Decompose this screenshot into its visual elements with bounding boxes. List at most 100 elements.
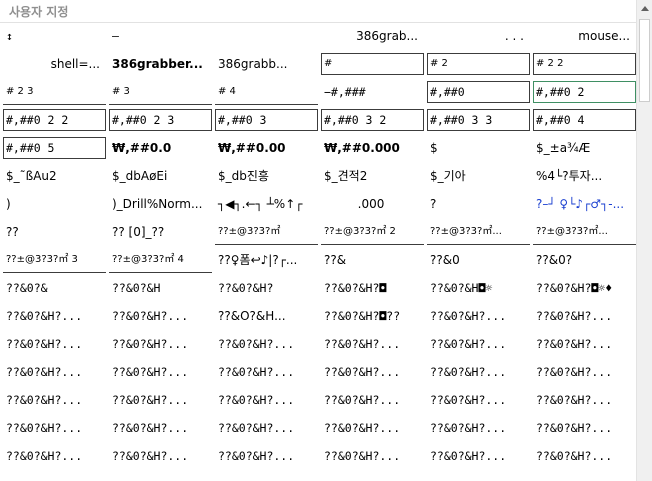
format-item[interactable]: #,##0 2 2 [0, 106, 106, 134]
format-item[interactable]: ??&0?&H? [212, 274, 318, 302]
format-item[interactable]: ??&0?&H?... [0, 442, 106, 470]
format-item[interactable]: ??&0?&H?... [106, 330, 212, 358]
format-item[interactable]: #,##0 5 [0, 134, 106, 162]
format-item[interactable]: – [106, 22, 212, 50]
format-item[interactable]: # [318, 50, 424, 78]
format-item[interactable]: ??&0?&H?... [318, 330, 424, 358]
format-item[interactable]: #,##0 2 [530, 78, 636, 106]
format-item[interactable]: ??&0?&H?... [318, 442, 424, 470]
format-item[interactable]: shell=... [0, 50, 106, 78]
format-item[interactable]: # 2 2 [530, 50, 636, 78]
format-item[interactable]: ??&0?&H?◘ [318, 274, 424, 302]
format-item[interactable]: ??&0?&H?... [212, 414, 318, 442]
format-item[interactable]: ??&0?&H?... [530, 386, 636, 414]
format-item[interactable]: ??&0?&H?◘?? [318, 302, 424, 330]
format-item[interactable]: $_db진흥 [212, 162, 318, 190]
format-item[interactable]: )_Drill%Norm... [106, 190, 212, 218]
format-item[interactable]: #,##0 3 [212, 106, 318, 134]
format-item[interactable]: ??&0?&H?... [318, 414, 424, 442]
format-item[interactable]: ??&0?&H?... [530, 330, 636, 358]
format-item[interactable]: ??&0?&H?... [530, 358, 636, 386]
format-item[interactable]: #,##0 3 3 [424, 106, 530, 134]
format-item[interactable]: mouse... [530, 22, 636, 50]
format-item[interactable]: $_˜ßAu2 [0, 162, 106, 190]
format-item[interactable]: #,##0 4 [530, 106, 636, 134]
format-item[interactable]: #,##0 3 2 [318, 106, 424, 134]
format-item[interactable]: ??±@3?3?㎡ [212, 218, 318, 246]
vertical-scrollbar[interactable] [636, 0, 652, 481]
format-item[interactable]: ??±@3?3?㎡... [530, 218, 636, 246]
format-item[interactable]: ??&0?&H?... [424, 414, 530, 442]
format-item[interactable]: ₩,##0.0 [106, 134, 212, 162]
format-item[interactable]: ?–┘ ♀└♪┌♂┐-... [530, 190, 636, 218]
format-item[interactable]: ??&0?&H?... [530, 442, 636, 470]
format-item[interactable]: ??&0?&H?... [424, 386, 530, 414]
format-item[interactable]: ??&O?&H... [212, 302, 318, 330]
format-item[interactable]: ??&0?&H?... [212, 442, 318, 470]
format-item[interactable]: $_견적2 [318, 162, 424, 190]
format-item[interactable]: −#,### [318, 78, 424, 106]
format-item[interactable]: #,##0 [424, 78, 530, 106]
format-item[interactable]: ??&0?&H?... [212, 330, 318, 358]
format-item[interactable]: ??&0?&H?... [424, 330, 530, 358]
format-item[interactable]: ??&0?&H?... [0, 414, 106, 442]
format-item[interactable]: #,##0 2 3 [106, 106, 212, 134]
format-item[interactable]: ??&0?&H?◘☼♦ [530, 274, 636, 302]
format-item[interactable]: ? [424, 190, 530, 218]
format-item[interactable]: ??&0?&H [106, 274, 212, 302]
format-item[interactable]: ??&0?&H?... [424, 302, 530, 330]
format-item[interactable]: ??&0?&H?... [0, 386, 106, 414]
scroll-up-arrow-icon[interactable] [637, 0, 652, 17]
format-item[interactable]: 386grab... [318, 22, 424, 50]
format-item[interactable]: ??±@3?3?㎡ 2 [318, 218, 424, 246]
format-item[interactable]: # 2 3 [0, 78, 106, 106]
format-item[interactable]: ??&0?&H?... [106, 442, 212, 470]
format-item[interactable]: ) [0, 190, 106, 218]
format-item[interactable]: ┐◀┐.←┐ ┴%↑┌ [212, 190, 318, 218]
format-item[interactable]: ?? [0, 218, 106, 246]
format-item[interactable]: $ [424, 134, 530, 162]
format-item[interactable]: ??&0?&H?... [530, 302, 636, 330]
format-item[interactable]: ??&0?&H?... [0, 358, 106, 386]
format-item[interactable]: ??&0?& [0, 274, 106, 302]
format-item[interactable]: ??±@3?3?㎡ 4 [106, 246, 212, 274]
format-item[interactable]: . . . [424, 22, 530, 50]
format-item[interactable]: ??&0?&H?... [0, 330, 106, 358]
format-item[interactable]: ??&0?&H?... [424, 442, 530, 470]
format-item[interactable]: $_dbAøEi [106, 162, 212, 190]
format-item[interactable]: $_기아 [424, 162, 530, 190]
format-item[interactable]: ??&0?&H?... [106, 302, 212, 330]
format-item[interactable]: # 2 [424, 50, 530, 78]
format-item[interactable]: ??&0?&H?... [530, 414, 636, 442]
format-item[interactable]: ??&0 [424, 246, 530, 274]
format-item[interactable]: ??&0?&H?... [106, 358, 212, 386]
format-item[interactable]: ??&0?&H?... [212, 386, 318, 414]
scrollbar-thumb[interactable] [639, 19, 650, 102]
format-item[interactable]: ??&0?&H?... [106, 386, 212, 414]
format-item[interactable]: 386grabber... [106, 50, 212, 78]
format-item[interactable]: ??&0?&H?... [106, 414, 212, 442]
format-item[interactable]: ??±@3?3?㎡ 3 [0, 246, 106, 274]
format-item[interactable]: .000 [318, 190, 424, 218]
format-item[interactable]: ↕ [0, 22, 106, 50]
format-item[interactable]: ??&0?&H?... [424, 358, 530, 386]
format-item[interactable]: ??&0?&H◘☼ [424, 274, 530, 302]
format-item[interactable]: # 4 [212, 78, 318, 106]
format-item[interactable]: ??&0?&H?... [212, 358, 318, 386]
format-item[interactable]: ??±@3?3?㎡... [424, 218, 530, 246]
format-item[interactable]: # 3 [106, 78, 212, 106]
format-item[interactable]: $_±a¾Æ [530, 134, 636, 162]
format-item[interactable]: ??&0?&H?... [318, 386, 424, 414]
format-item[interactable] [212, 22, 318, 50]
format-item[interactable]: ?? [0]_?? [106, 218, 212, 246]
format-item[interactable]: ??&0?&H?... [318, 358, 424, 386]
format-item[interactable]: 386grabb... [212, 50, 318, 78]
format-item[interactable]: ??& [318, 246, 424, 274]
format-item[interactable]: ??♀폼↩♪|?┌... [212, 246, 318, 274]
format-item[interactable]: ₩,##0.000 [318, 134, 424, 162]
format-item[interactable]: %4└?투자... [530, 162, 636, 190]
format-code-grid[interactable]: ↕ – 386grab... . . . mouse... shell=... 386gra… [0, 22, 636, 481]
format-item[interactable]: ??&0?&H?... [0, 302, 106, 330]
format-item[interactable]: ₩,##0.00 [212, 134, 318, 162]
format-item[interactable]: ??&0? [530, 246, 636, 274]
